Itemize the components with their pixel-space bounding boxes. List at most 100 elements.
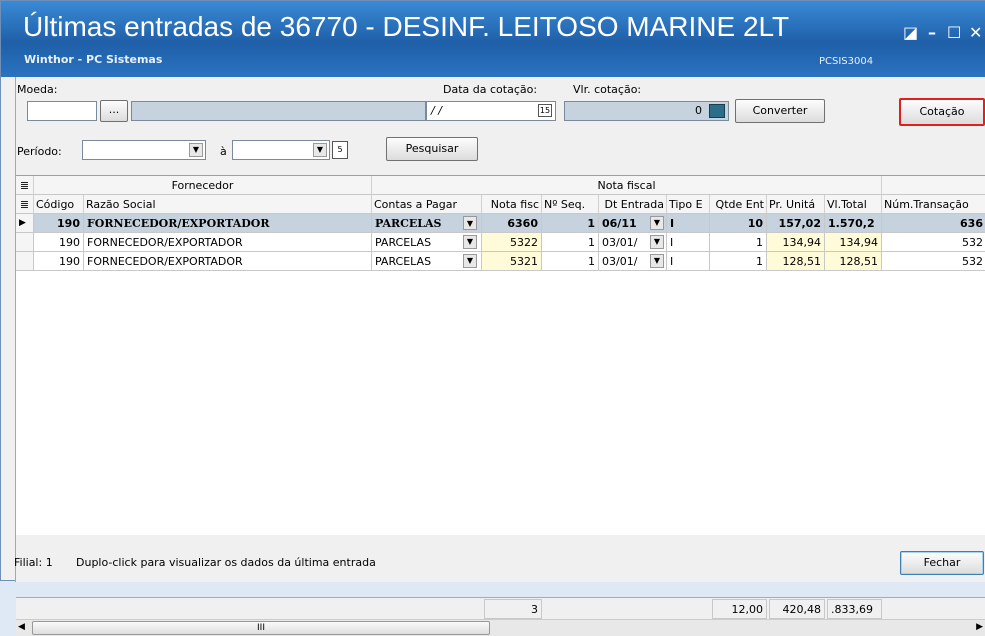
- periodo-label: Período:: [17, 145, 62, 158]
- chevron-down-icon[interactable]: ▼: [189, 143, 203, 157]
- cell-dt-value: 06/11: [602, 217, 637, 230]
- cell-trans: 532: [882, 252, 985, 271]
- cell-seq: 1: [542, 233, 599, 252]
- footer-pr-total: 420,48: [769, 599, 825, 619]
- vlr-cotacao-field: 0: [564, 101, 729, 121]
- scroll-thumb[interactable]: III: [32, 621, 490, 635]
- calendar-icon[interactable]: 5: [332, 141, 348, 159]
- row-indicator: [16, 233, 34, 252]
- cell-trans: 532: [882, 233, 985, 252]
- cell-pr: 134,94: [767, 233, 825, 252]
- col-codigo[interactable]: Código: [34, 195, 84, 214]
- cell-qtde: 1: [710, 233, 767, 252]
- cell-dt[interactable]: 06/11 ▼: [599, 214, 667, 233]
- cell-contas-value: PARCELAS: [375, 236, 432, 249]
- table-row[interactable]: 190 FORNECEDOR/EXPORTADOR PARCELAS ▼ 5321…: [16, 252, 985, 271]
- cell-contas[interactable]: PARCELAS ▼: [372, 233, 482, 252]
- col-qtde-ent[interactable]: Qtde Ent: [710, 195, 767, 214]
- chevron-down-icon[interactable]: ▼: [650, 254, 664, 268]
- pesquisar-button[interactable]: Pesquisar: [386, 137, 478, 161]
- moeda-label: Moeda:: [17, 83, 58, 96]
- minimize-icon[interactable]: –: [928, 23, 936, 42]
- column-chooser-icon[interactable]: ≣: [16, 176, 34, 195]
- title-bar: Últimas entradas de 36770 - DESINF. LEIT…: [1, 1, 985, 77]
- col-pr-unitario[interactable]: Pr. Unitá: [767, 195, 825, 214]
- col-num-transacao[interactable]: Núm.Transação: [882, 195, 985, 214]
- moeda-code-input[interactable]: [27, 101, 97, 121]
- column-chooser-icon[interactable]: ≣: [16, 195, 34, 214]
- calendar-icon[interactable]: 15: [538, 104, 552, 117]
- cell-contas[interactable]: PARCELAS ▼: [372, 214, 482, 233]
- band-empty: [882, 176, 985, 195]
- scroll-left-icon[interactable]: ◀: [18, 622, 25, 632]
- cell-vl: 134,94: [825, 233, 882, 252]
- cell-dt[interactable]: 03/01/ ▼: [599, 233, 667, 252]
- col-contas-a-pagar[interactable]: Contas a Pagar: [372, 195, 482, 214]
- chevron-down-icon[interactable]: ▼: [650, 216, 664, 230]
- cell-razao: FORNECEDOR/EXPORTADOR: [84, 214, 372, 233]
- cell-tipo: I: [667, 233, 710, 252]
- chevron-down-icon[interactable]: ▼: [313, 143, 327, 157]
- cell-tipo: I: [667, 214, 710, 233]
- col-tipo-e[interactable]: Tipo E: [667, 195, 710, 214]
- entries-grid[interactable]: ≣ Fornecedor Nota fiscal ≣ Código Razão …: [16, 175, 985, 636]
- close-icon[interactable]: ✕: [969, 23, 982, 42]
- cell-contas-value: PARCELAS: [375, 255, 432, 268]
- cell-codigo: 190: [34, 233, 84, 252]
- footer-nota-count: 3: [484, 599, 542, 619]
- col-vl-total[interactable]: Vl.Total: [825, 195, 882, 214]
- data-cotacao-input[interactable]: / / 15: [426, 101, 556, 121]
- cell-qtde: 1: [710, 252, 767, 271]
- cell-seq: 1: [542, 214, 599, 233]
- table-row[interactable]: ▶ 190 FORNECEDOR/EXPORTADOR PARCELAS ▼ 63…: [16, 214, 985, 233]
- cell-vl: 128,51: [825, 252, 882, 271]
- row-indicator-icon: ▶: [16, 214, 34, 233]
- footer-vl-total: .833,69: [827, 599, 882, 619]
- footer-qtde-total: 12,00: [712, 599, 767, 619]
- data-cotacao-value: / /: [431, 104, 442, 117]
- converter-button[interactable]: Converter: [735, 99, 825, 123]
- cell-contas-value: PARCELAS: [375, 217, 442, 230]
- data-cotacao-label: Data da cotação:: [443, 83, 538, 96]
- chevron-down-icon[interactable]: ▼: [463, 216, 477, 230]
- periodo-fim-select[interactable]: ▼: [232, 140, 330, 160]
- calculator-icon[interactable]: [709, 104, 725, 118]
- cell-trans: 636: [882, 214, 985, 233]
- scroll-grip: III: [257, 623, 265, 633]
- cotacao-button[interactable]: Cotação: [899, 98, 985, 126]
- restore-icon[interactable]: ◪: [903, 23, 918, 42]
- chevron-down-icon[interactable]: ▼: [463, 254, 477, 268]
- col-nota-fiscal[interactable]: Nota fisc: [482, 195, 542, 214]
- cell-nota: 5321: [482, 252, 542, 271]
- cell-dt[interactable]: 03/01/ ▼: [599, 252, 667, 271]
- chevron-down-icon[interactable]: ▼: [650, 235, 664, 249]
- maximize-icon[interactable]: ☐: [947, 23, 961, 42]
- table-row[interactable]: 190 FORNECEDOR/EXPORTADOR PARCELAS ▼ 5322…: [16, 233, 985, 252]
- cell-tipo: I: [667, 252, 710, 271]
- cell-dt-value: 03/01/: [602, 255, 638, 268]
- col-razao-social[interactable]: Razão Social: [84, 195, 372, 214]
- col-dt-entrada[interactable]: Dt Entrada: [599, 195, 667, 214]
- window-subtitle: Winthor - PC Sistemas: [24, 53, 163, 66]
- cell-codigo: 190: [34, 214, 84, 233]
- band-fornecedor: Fornecedor: [34, 176, 372, 195]
- content-area: Moeda: ... Data da cotação: / / 15 Vlr. …: [14, 77, 985, 636]
- cell-contas[interactable]: PARCELAS ▼: [372, 252, 482, 271]
- vlr-cotacao-label: Vlr. cotação:: [573, 83, 642, 96]
- scroll-right-icon[interactable]: ▶: [976, 622, 983, 632]
- fechar-button[interactable]: Fechar: [900, 551, 984, 575]
- horizontal-scrollbar[interactable]: ◀ III ▶: [16, 619, 985, 636]
- window-title: Últimas entradas de 36770 - DESINF. LEIT…: [23, 11, 790, 42]
- filial-label: Filial: 1: [14, 556, 53, 569]
- cell-nota: 6360: [482, 214, 542, 233]
- moeda-lookup-button[interactable]: ...: [100, 100, 128, 122]
- col-num-seq[interactable]: Nº Seq.: [542, 195, 599, 214]
- periodo-inicio-select[interactable]: ▼: [82, 140, 206, 160]
- chevron-down-icon[interactable]: ▼: [463, 235, 477, 249]
- window: Últimas entradas de 36770 - DESINF. LEIT…: [0, 0, 985, 636]
- status-hint: Duplo-click para visualizar os dados da …: [76, 556, 376, 569]
- cell-seq: 1: [542, 252, 599, 271]
- cell-codigo: 190: [34, 252, 84, 271]
- cell-dt-value: 03/01/: [602, 236, 638, 249]
- program-code: PCSIS3004: [819, 56, 874, 67]
